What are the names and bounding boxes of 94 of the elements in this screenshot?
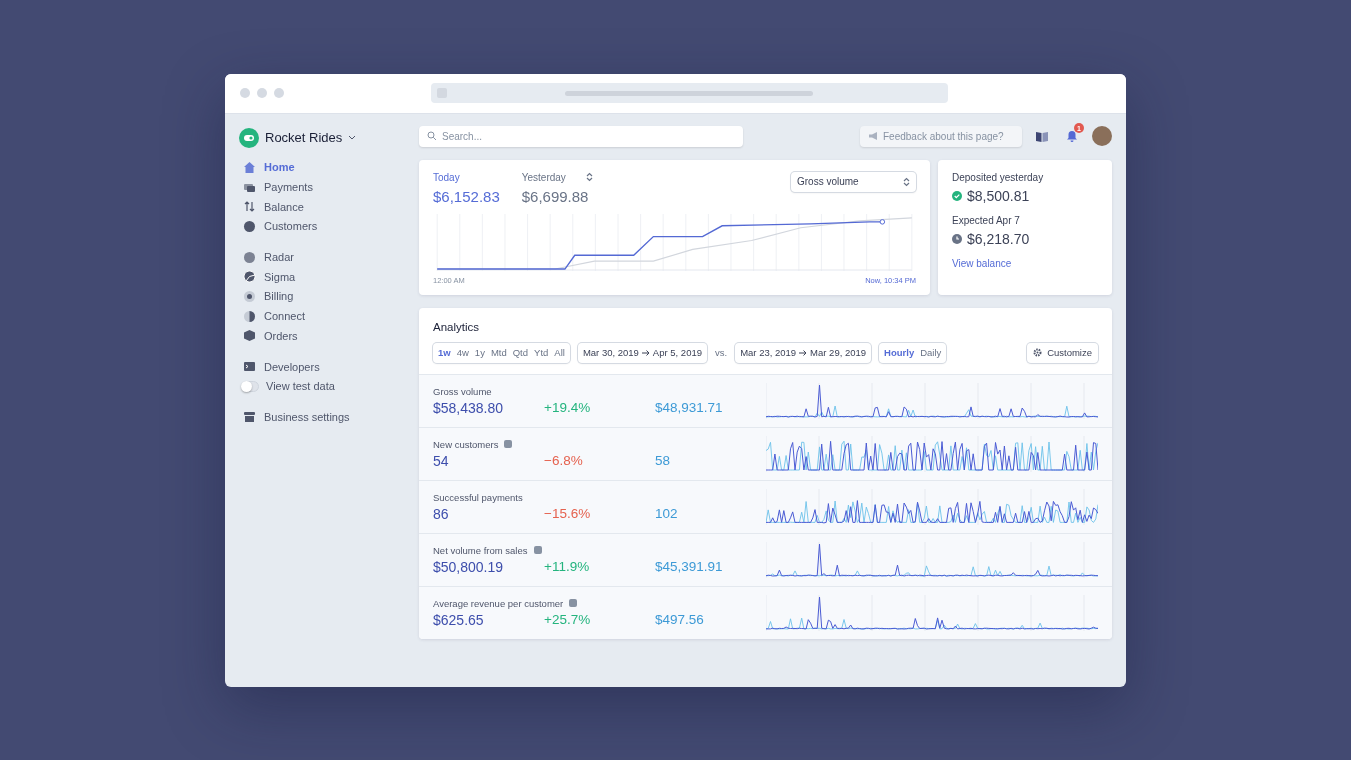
range-option[interactable]: 4w (454, 347, 471, 358)
period-tab[interactable]: Yesterday (521, 171, 593, 183)
metric-label: Gross volume (433, 385, 492, 397)
sort-arrows-icon (585, 172, 593, 182)
previous-value: 58 (655, 453, 671, 468)
clock-icon (952, 233, 962, 244)
analytics-title: Analytics (433, 320, 481, 333)
nav-item[interactable]: Radar (239, 247, 419, 267)
chevron-down-icon (348, 135, 357, 140)
nav-item[interactable]: Developers (239, 356, 419, 377)
nav-item[interactable]: Balance (239, 196, 419, 217)
metric-row[interactable]: Gross volume $58,438.80 +19.4% $48,931.71 (419, 373, 1112, 427)
metric-row[interactable]: Net volume from sales $50,800.19 +11.9% $45,391.91 (419, 532, 1112, 586)
payout-amount: $6,218.70 (967, 230, 1030, 247)
nav-item[interactable]: Connect (239, 306, 419, 326)
granularity-option[interactable]: Hourly (882, 347, 917, 358)
date-range-picker[interactable]: Mar 23, 2019 Mar 29, 2019 (735, 342, 872, 363)
feedback-field[interactable]: Feedback about this page? (860, 125, 1022, 147)
info-icon[interactable] (533, 546, 542, 554)
window-dot[interactable] (274, 88, 284, 98)
arrow-right-icon (641, 348, 650, 357)
arrow-right-icon (799, 348, 808, 357)
book-icon[interactable] (1036, 130, 1048, 142)
metric-change: +19.4% (544, 400, 592, 415)
range-option[interactable]: All (552, 347, 567, 358)
metric-row[interactable]: Average revenue per customer $625.65 +25.7% $497.56 (419, 585, 1112, 639)
nav-item[interactable]: Business settings (239, 407, 419, 427)
period-value: $6,152.83 (433, 187, 500, 205)
toggle-label: View test data (266, 380, 335, 393)
range-option[interactable]: 1w (436, 347, 453, 358)
view-balance-link[interactable]: View balance (952, 257, 1098, 269)
search-field[interactable]: Search... (419, 125, 743, 147)
range-option[interactable]: Mtd (488, 347, 509, 358)
previous-value: 102 (655, 506, 678, 521)
metric-change: −15.6% (544, 506, 592, 521)
previous-value: $48,931.71 (655, 400, 723, 415)
info-icon[interactable] (569, 599, 578, 607)
nav-item[interactable]: Customers (239, 216, 419, 237)
versus-label: vs. (715, 347, 728, 358)
payout-amount: $8,500.81 (967, 187, 1030, 204)
metric-label: Net volume from sales (433, 544, 528, 556)
logo-icon (239, 127, 259, 148)
settings-icon (1033, 348, 1043, 357)
metric-change: +25.7% (544, 612, 592, 627)
date-range-picker[interactable]: Mar 30, 2019 Apr 5, 2019 (577, 342, 707, 363)
metric-change: −6.8% (544, 453, 584, 468)
payout-label: Deposited yesterday (952, 171, 1045, 183)
period-tab[interactable]: Today (433, 171, 500, 183)
metric-row[interactable]: Successful payments 86 −15.6% 102 (419, 479, 1112, 533)
range-option[interactable]: 1y (472, 347, 487, 358)
window-dot[interactable] (240, 88, 250, 98)
nav-item[interactable]: Payments (239, 177, 419, 197)
store-icon (243, 410, 256, 424)
metric-row[interactable]: New customers 54 −6.8% 58 (419, 426, 1112, 480)
nav-item[interactable]: Billing (239, 286, 419, 307)
metric-label: New customers (433, 438, 499, 450)
previous-value: $45,391.91 (655, 559, 723, 574)
notification-bell-icon[interactable] (1066, 130, 1078, 142)
globe-icon (243, 309, 256, 323)
nav-item[interactable]: Home (239, 157, 419, 178)
metric-value: 86 (433, 505, 450, 522)
terminal-icon (243, 360, 256, 374)
arrows-icon (243, 200, 256, 214)
box-icon (243, 329, 256, 343)
range-option[interactable]: Ytd (532, 347, 551, 358)
megaphone-icon (868, 131, 879, 141)
period-value: $6,699.88 (521, 187, 590, 205)
metric-label: Average revenue per customer (433, 597, 564, 609)
nav-item[interactable]: Sigma (239, 266, 419, 287)
avatar[interactable] (1092, 126, 1112, 146)
customize-button[interactable]: Customize (1027, 342, 1098, 363)
account-switcher[interactable]: Rocket Rides (239, 127, 419, 148)
pie-icon (243, 270, 256, 284)
check-circle-icon (952, 190, 962, 201)
metric-label: Successful payments (433, 491, 523, 503)
payout-label: Expected Apr 7 (952, 214, 1021, 226)
nav-item[interactable]: Orders (239, 326, 419, 346)
window-dot[interactable] (257, 88, 267, 98)
metric-value: $58,438.80 (433, 399, 505, 416)
metric-change: +11.9% (544, 559, 591, 574)
metric-select[interactable]: Gross volume (791, 171, 916, 192)
metric-value: 54 (433, 452, 450, 469)
range-option[interactable]: Qtd (510, 347, 531, 358)
granularity-option[interactable]: Daily (918, 347, 944, 358)
sort-arrows-icon (903, 176, 910, 187)
target-icon (243, 289, 256, 303)
search-icon (427, 131, 437, 141)
previous-value: $497.56 (655, 612, 704, 627)
metric-value: $50,800.19 (433, 558, 505, 575)
house-icon (243, 160, 256, 174)
toggle-switch[interactable] (241, 380, 259, 392)
info-icon[interactable] (504, 440, 513, 448)
current-point-marker (879, 218, 886, 225)
metric-value: $625.65 (433, 611, 485, 628)
